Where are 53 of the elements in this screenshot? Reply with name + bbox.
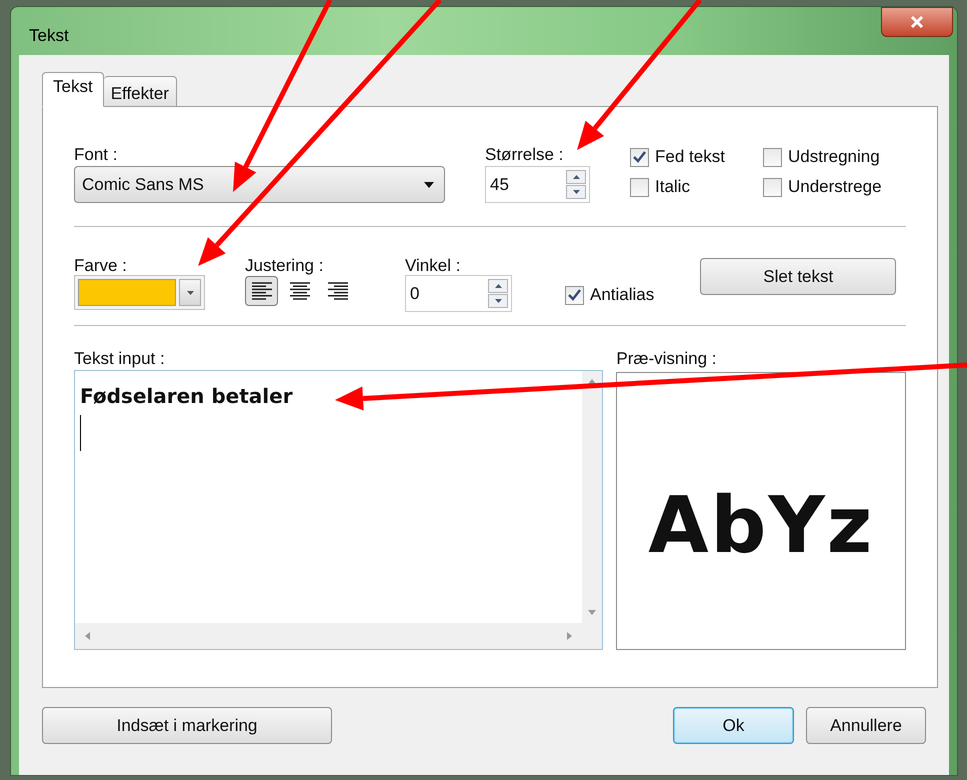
check-icon xyxy=(633,151,646,163)
horizontal-scrollbar[interactable] xyxy=(75,623,582,649)
spin-buttons[interactable] xyxy=(488,279,508,308)
field-label: Vinkel : xyxy=(405,255,462,275)
checkbox[interactable]: Udstregning xyxy=(763,145,903,169)
vertical-scrollbar[interactable] xyxy=(582,371,602,623)
text-cursor xyxy=(80,415,81,451)
field-label: Tekst input : xyxy=(74,348,166,370)
check-icon xyxy=(568,289,581,301)
font-dropdown[interactable]: Comic Sans MS xyxy=(74,166,445,203)
scroll-up-icon xyxy=(588,379,596,384)
tab[interactable]: Tekst xyxy=(42,72,104,107)
scroll-down-icon xyxy=(588,610,596,615)
checkbox[interactable]: Fed tekst xyxy=(630,145,763,169)
align-left-icon xyxy=(252,282,272,300)
dialog-button[interactable]: Annullere xyxy=(806,707,926,744)
align-right-icon xyxy=(328,282,348,300)
dialog-button[interactable]: Indsæt i markering xyxy=(42,707,332,744)
close-button[interactable] xyxy=(881,7,953,37)
text-input-area[interactable]: Fødselaren betaler xyxy=(74,370,604,650)
dropdown-button[interactable] xyxy=(179,279,201,306)
checkbox[interactable]: Italic xyxy=(630,175,763,199)
window-title: Tekst xyxy=(28,25,69,47)
down-arrow-icon xyxy=(572,190,580,194)
input-text: Fødselaren betaler xyxy=(80,383,294,410)
dropdown-arrow-icon xyxy=(424,182,434,188)
scroll-left-icon xyxy=(85,632,90,640)
up-arrow-icon xyxy=(572,175,580,179)
field-label: Font : xyxy=(74,144,118,166)
preview-text: AbYz xyxy=(648,480,874,572)
tab[interactable]: Effekter xyxy=(104,76,177,107)
field-label: Farve : xyxy=(74,255,128,275)
close-icon xyxy=(910,15,924,29)
field-label: Størrelse : xyxy=(485,144,564,166)
up-arrow-icon xyxy=(494,284,502,288)
align-left-button[interactable] xyxy=(245,276,278,306)
scroll-right-icon xyxy=(567,632,572,640)
field-value: 0 xyxy=(410,282,420,305)
number-field[interactable]: 45 xyxy=(485,166,590,203)
checkbox[interactable]: Understrege xyxy=(763,175,903,199)
align-center-icon xyxy=(290,282,310,300)
clear-text-button[interactable]: Slet tekst xyxy=(700,258,896,295)
dropdown-arrow-icon xyxy=(186,290,194,294)
field-label: Justering : xyxy=(245,255,324,275)
field-label: Præ-visning : xyxy=(616,348,718,370)
field-value: 45 xyxy=(490,174,509,196)
checkbox[interactable]: Antialias xyxy=(565,283,654,307)
color-picker[interactable] xyxy=(74,275,205,310)
dialog-button[interactable]: Ok xyxy=(673,707,794,744)
number-field[interactable]: 0 xyxy=(405,275,512,312)
down-arrow-icon xyxy=(494,299,502,303)
dropdown-value: Comic Sans MS xyxy=(82,174,204,196)
spin-buttons[interactable] xyxy=(566,170,586,199)
